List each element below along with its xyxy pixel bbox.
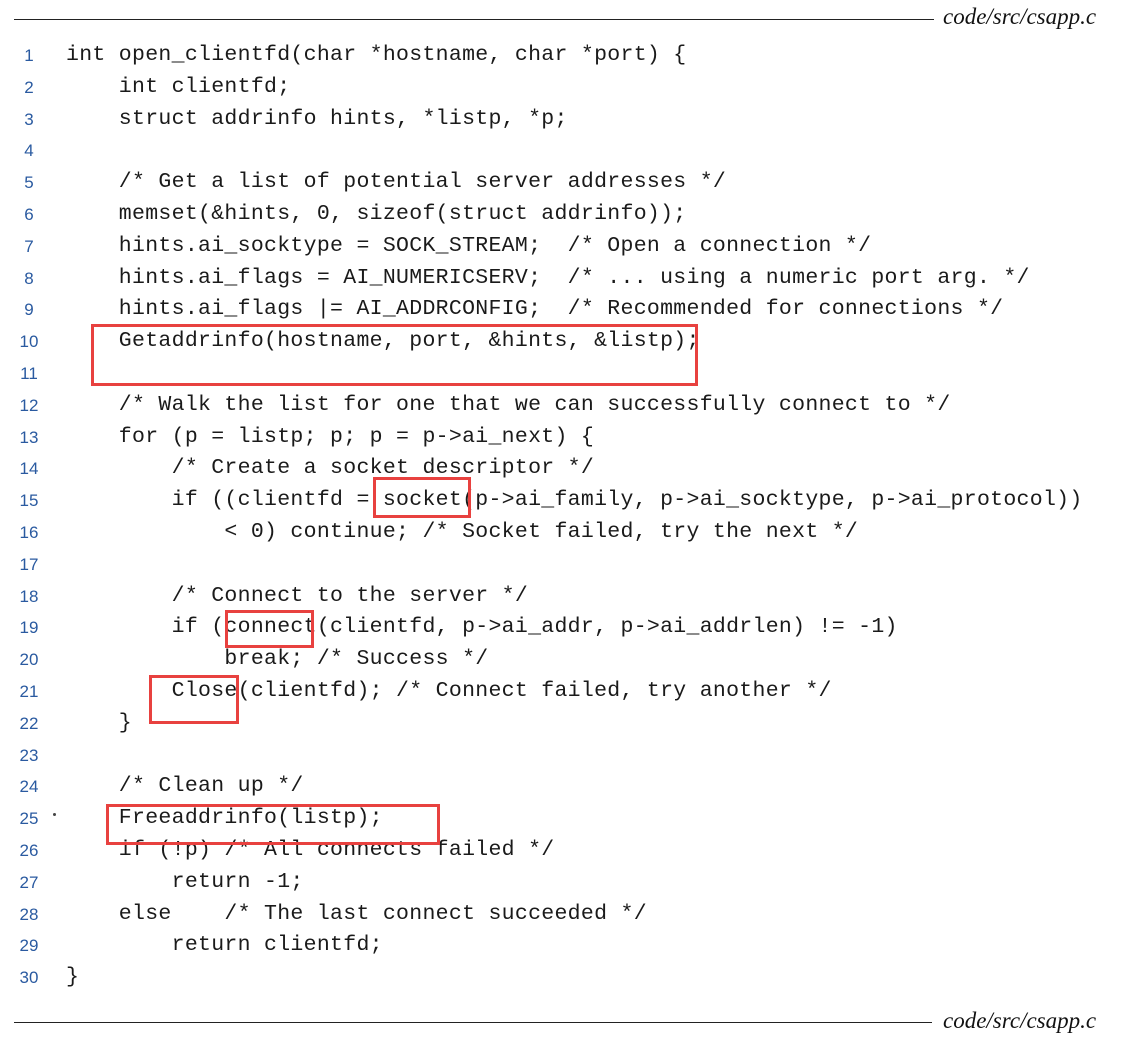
line-number: 3 (24, 109, 34, 129)
code-text: if (connect(clientfd, p->ai_addr, p->ai_… (66, 615, 898, 640)
code-text: /* Walk the list for one that we can suc… (66, 392, 951, 417)
line-number: 19 (19, 618, 39, 638)
line-number: 16 (19, 522, 39, 542)
line-number: 21 (19, 681, 39, 701)
highlight-connect (225, 610, 314, 648)
line-number: 2 (24, 77, 34, 97)
code-text: memset(&hints, 0, sizeof(struct addrinfo… (66, 201, 687, 226)
stray-dot (53, 813, 56, 816)
code-line: 13 for (p = listp; p; p = p->ai_next) { (0, 422, 1132, 454)
code-line: 18 /* Connect to the server */ (0, 581, 1132, 613)
line-number: 7 (24, 236, 34, 256)
code-text: for (p = listp; p; p = p->ai_next) { (66, 424, 595, 449)
code-text: return clientfd; (66, 933, 383, 958)
code-text: return -1; (66, 869, 304, 894)
code-line: 20 break; /* Success */ (0, 644, 1132, 676)
code-text: < 0) continue; /* Socket failed, try the… (66, 519, 859, 544)
code-line: 24 /* Clean up */ (0, 771, 1132, 803)
code-text: int clientfd; (66, 74, 291, 99)
line-number: 18 (19, 586, 39, 606)
line-number: 8 (24, 268, 34, 288)
highlight-getaddrinfo (91, 324, 698, 386)
code-line: 15 if ((clientfd = socket(p->ai_family, … (0, 485, 1132, 517)
code-text: struct addrinfo hints, *listp, *p; (66, 106, 568, 131)
source-label-top: code/src/csapp.c (943, 4, 1097, 29)
code-line: 16 < 0) continue; /* Socket failed, try … (0, 517, 1132, 549)
line-number: 6 (24, 204, 34, 224)
code-line: 3 struct addrinfo hints, *listp, *p; (0, 104, 1132, 136)
line-number: 25 (19, 809, 39, 829)
code-line: 27 return -1; (0, 867, 1132, 899)
code-text: else /* The last connect succeeded */ (66, 901, 647, 926)
code-line: 28 else /* The last connect succeeded */ (0, 899, 1132, 931)
line-number: 27 (19, 872, 39, 892)
code-text: hints.ai_flags |= AI_ADDRCONFIG; /* Reco… (66, 297, 1004, 322)
line-number: 12 (19, 395, 39, 415)
source-label-bottom: code/src/csapp.c (943, 1008, 1097, 1033)
code-line: 7 hints.ai_socktype = SOCK_STREAM; /* Op… (0, 231, 1132, 263)
code-line: 4 (0, 135, 1132, 167)
code-text: /* Connect to the server */ (66, 583, 529, 608)
code-line: 9 hints.ai_flags |= AI_ADDRCONFIG; /* Re… (0, 294, 1132, 326)
code-line: 23 (0, 740, 1132, 772)
code-text: /* Create a socket descriptor */ (66, 456, 595, 481)
code-line: 8 hints.ai_flags = AI_NUMERICSERV; /* ..… (0, 263, 1132, 295)
highlight-close (149, 675, 239, 724)
line-number: 29 (19, 936, 39, 956)
line-number: 15 (19, 491, 39, 511)
bottom-rule (14, 1022, 932, 1023)
code-line: 14 /* Create a socket descriptor */ (0, 453, 1132, 485)
code-line: 30} (0, 962, 1132, 994)
code-listing: 1 int open_clientfd(char *hostname, char … (0, 40, 1132, 994)
line-number: 1 (24, 46, 34, 65)
highlight-socket (373, 477, 471, 518)
line-number: 23 (19, 745, 39, 765)
line-number: 11 (20, 363, 38, 383)
code-text: } (66, 710, 133, 735)
line-number: 28 (19, 904, 39, 924)
code-text: /* Get a list of potential server addres… (66, 170, 727, 195)
code-line: 6 memset(&hints, 0, sizeof(struct addrin… (0, 199, 1132, 231)
line-number: 20 (19, 650, 39, 670)
code-line: 12 /* Walk the list for one that we can … (0, 390, 1132, 422)
code-line: 29 return clientfd; (0, 930, 1132, 962)
code-line: 1 int open_clientfd(char *hostname, char … (0, 40, 1132, 72)
code-text: /* Clean up */ (66, 774, 304, 799)
line-number: 10 (19, 332, 39, 352)
line-number: 14 (19, 459, 39, 479)
code-text: } (66, 965, 80, 990)
code-text: hints.ai_flags = AI_NUMERICSERV; /* ... … (66, 265, 1030, 290)
line-number: 4 (24, 141, 34, 161)
line-number: 24 (19, 777, 39, 797)
code-text: break; /* Success */ (66, 647, 489, 672)
code-line: 2 int clientfd; (0, 72, 1132, 104)
line-number: 30 (19, 968, 39, 988)
highlight-freeaddrinfo (106, 804, 440, 845)
line-number: 22 (19, 713, 39, 733)
code-text: hints.ai_socktype = SOCK_STREAM; /* Open… (66, 233, 872, 258)
code-line: 17 (0, 549, 1132, 581)
code-text: if ((clientfd = socket(p->ai_family, p->… (66, 488, 1083, 513)
code-line: 5 /* Get a list of potential server addr… (0, 167, 1132, 199)
code-text: int open_clientfd(char *hostname, char *… (66, 43, 687, 67)
line-number: 26 (19, 840, 39, 860)
line-number: 13 (19, 427, 39, 447)
code-line: 19 if (connect(clientfd, p->ai_addr, p->… (0, 612, 1132, 644)
line-number: 9 (24, 300, 34, 320)
line-number: 5 (24, 173, 34, 193)
line-number: 17 (19, 554, 39, 574)
top-rule (14, 19, 934, 20)
